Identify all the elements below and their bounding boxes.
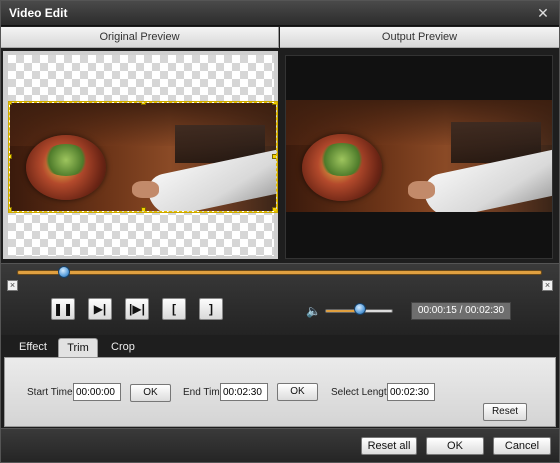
end-time-field[interactable] xyxy=(220,383,268,401)
edit-tabs: Effect Trim Crop xyxy=(1,335,559,357)
original-preview-panel xyxy=(3,51,278,259)
output-preview-panel xyxy=(285,55,553,259)
volume-icon[interactable]: 🔈 xyxy=(306,304,321,318)
play-button[interactable]: ▶| xyxy=(88,298,112,320)
select-length-field[interactable] xyxy=(387,383,435,401)
tab-trim[interactable]: Trim xyxy=(58,338,98,357)
end-time-ok-button[interactable]: OK xyxy=(277,383,318,401)
pause-button[interactable]: ❚❚ xyxy=(51,298,75,320)
original-video-frame[interactable] xyxy=(8,101,278,213)
start-time-field[interactable] xyxy=(73,383,121,401)
crop-handle-bottom-left[interactable] xyxy=(10,207,12,211)
tab-crop[interactable]: Crop xyxy=(101,338,145,357)
output-preview-header: Output Preview xyxy=(280,27,559,48)
set-end-button[interactable]: ] xyxy=(199,298,223,320)
trim-panel: Start Time OK End Time OK Select Length … xyxy=(4,357,556,427)
dialog-footer: Reset all OK Cancel xyxy=(1,428,559,462)
close-icon[interactable]: ✕ xyxy=(535,5,551,21)
output-frame-image xyxy=(286,100,552,212)
start-time-ok-button[interactable]: OK xyxy=(130,384,171,402)
window-title: Video Edit xyxy=(9,6,68,20)
crop-handle-bottom-right[interactable] xyxy=(272,207,276,211)
video-edit-window: Video Edit ✕ Original Preview Output Pre… xyxy=(0,0,560,463)
end-time-label: End Time xyxy=(183,387,226,398)
crop-handle-bottom-middle[interactable] xyxy=(141,207,146,211)
timeline-knob[interactable] xyxy=(58,266,71,278)
time-display: 00:00:15 / 00:02:30 xyxy=(411,302,511,320)
crop-handle-top-left[interactable] xyxy=(10,103,12,105)
original-preview-header: Original Preview xyxy=(1,27,279,48)
reset-all-button[interactable]: Reset all xyxy=(361,437,417,455)
crop-handle-top-right[interactable] xyxy=(272,103,276,105)
transparency-checkerboard xyxy=(8,55,278,256)
trim-end-marker[interactable]: × xyxy=(542,280,553,291)
start-time-label: Start Time xyxy=(27,387,73,398)
trim-start-marker[interactable]: × xyxy=(7,280,18,291)
timeline-slider[interactable] xyxy=(17,270,542,275)
output-video-frame xyxy=(286,100,552,212)
reset-button[interactable]: Reset xyxy=(483,403,527,421)
tab-effect[interactable]: Effect xyxy=(9,338,57,357)
cancel-button[interactable]: Cancel xyxy=(493,437,551,455)
select-length-label: Select Length xyxy=(331,387,393,398)
ok-button[interactable]: OK xyxy=(426,437,484,455)
crop-handle-top-middle[interactable] xyxy=(141,103,146,105)
crop-handle-middle-right[interactable] xyxy=(272,154,276,159)
volume-knob[interactable] xyxy=(354,303,367,315)
crop-handle-middle-left[interactable] xyxy=(10,154,12,159)
video-frame-image xyxy=(10,103,276,211)
title-bar: Video Edit ✕ xyxy=(1,1,559,26)
next-frame-button[interactable]: |▶| xyxy=(125,298,149,320)
playback-controls: × × ❚❚ ▶| |▶| [ ] 🔈 00:00:15 / 00:02:30 xyxy=(1,263,559,335)
set-start-button[interactable]: [ xyxy=(162,298,186,320)
